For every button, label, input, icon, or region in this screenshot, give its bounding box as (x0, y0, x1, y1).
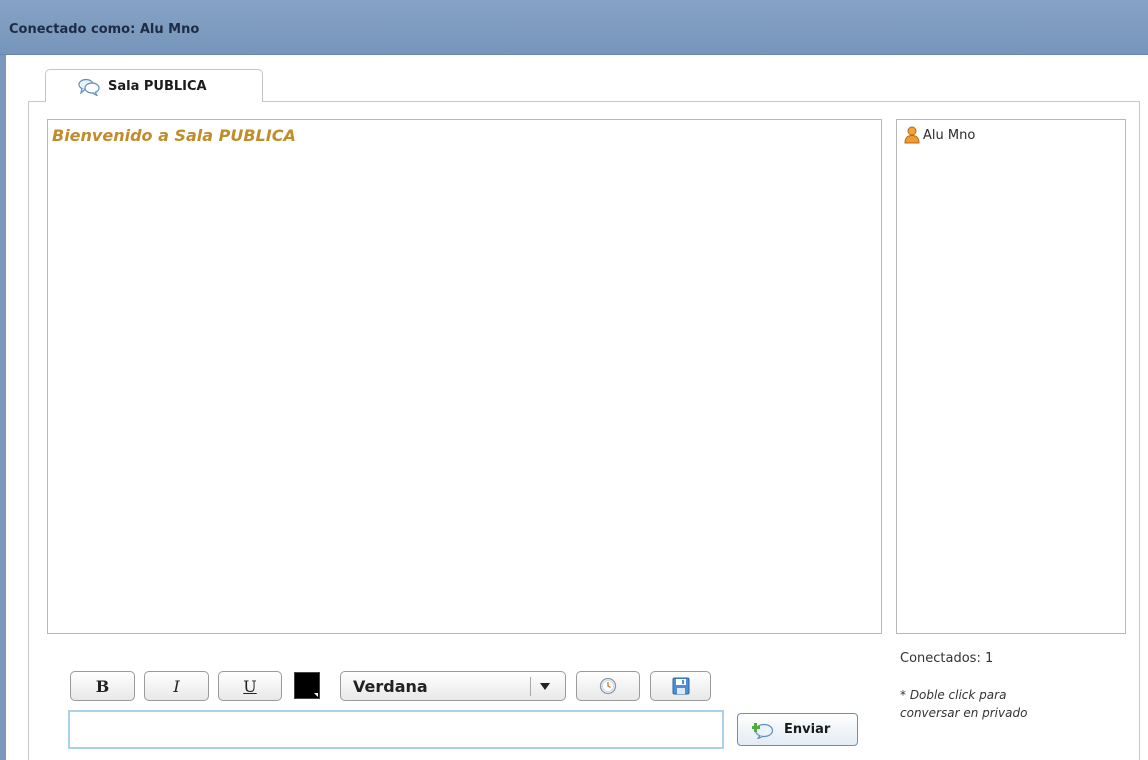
tab-label: Sala PUBLICA (108, 79, 207, 94)
send-button[interactable]: Enviar (737, 713, 858, 746)
welcome-message: Bienvenido a Sala PUBLICA (52, 126, 296, 145)
underline-button[interactable]: U (218, 671, 282, 701)
user-icon (904, 126, 920, 144)
connected-count: Conectados: 1 (900, 651, 994, 666)
timestamp-button[interactable] (576, 671, 640, 701)
bold-button[interactable]: B (70, 671, 135, 701)
save-icon (672, 677, 689, 695)
font-select-divider (530, 677, 531, 696)
add-chat-icon (752, 723, 774, 739)
italic-button[interactable]: I (144, 671, 209, 701)
text-color-picker[interactable] (294, 672, 320, 699)
chat-messages-area[interactable]: Bienvenido a Sala PUBLICA (47, 119, 882, 634)
connected-as-label: Conectado como: Alu Mno (9, 22, 200, 37)
user-name: Alu Mno (923, 127, 976, 143)
private-chat-hint: * Doble click para conversar en privado (900, 686, 1100, 722)
hint-line-2: conversar en privado (900, 706, 1028, 720)
message-input[interactable] (68, 710, 724, 749)
save-button[interactable] (650, 671, 711, 701)
user-list-item[interactable]: Alu Mno (904, 124, 975, 146)
font-select[interactable]: Verdana (340, 671, 566, 701)
connected-users-list[interactable]: Alu Mno (896, 119, 1126, 634)
chat-bubbles-icon (78, 78, 100, 96)
chevron-down-icon[interactable] (540, 683, 550, 690)
font-select-value: Verdana (353, 677, 428, 696)
status-header: Conectado como: Alu Mno (0, 0, 1148, 55)
clock-icon (599, 677, 617, 695)
tab-sala-publica[interactable]: Sala PUBLICA (45, 69, 263, 102)
send-label: Enviar (784, 722, 831, 737)
color-dropdown-arrow-icon (314, 693, 318, 697)
hint-line-1: * Doble click para (900, 688, 1007, 702)
